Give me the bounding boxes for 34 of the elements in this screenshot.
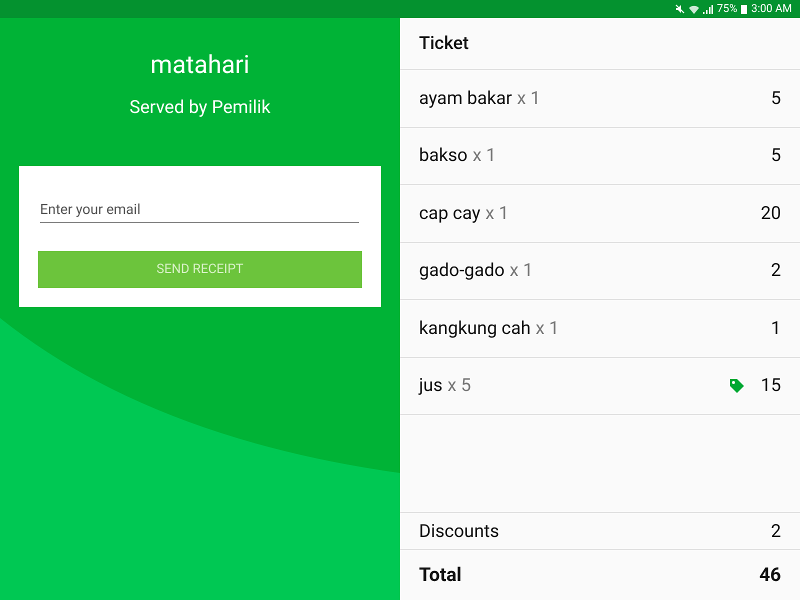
- discounts-value: 2: [770, 520, 781, 544]
- item-name: kangkung cah: [419, 316, 531, 341]
- item-quantity: x 1: [536, 316, 560, 341]
- clock: 3:00 AM: [751, 0, 792, 17]
- signal-icon: [702, 4, 713, 14]
- item-price: 5: [770, 86, 781, 111]
- send-receipt-button[interactable]: SEND RECEIPT: [38, 251, 362, 288]
- item-name: jus: [419, 374, 443, 398]
- item-name: cap cay: [419, 202, 480, 226]
- item-name: gado-gado: [419, 259, 505, 284]
- item-price: 1: [770, 316, 781, 341]
- battery-icon: [741, 4, 748, 14]
- mute-icon: [674, 4, 685, 14]
- item-quantity: x 1: [472, 144, 496, 168]
- item-price: 15: [760, 374, 781, 398]
- total-label: Total: [419, 562, 462, 588]
- item-name: bakso: [419, 144, 468, 168]
- battery-percent: 75%: [716, 0, 738, 17]
- discounts-label: Discounts: [419, 520, 500, 544]
- item-quantity: x 1: [485, 202, 509, 226]
- wifi-icon: [688, 4, 699, 14]
- item-name: ayam bakar: [419, 86, 512, 111]
- item-quantity: x 1: [517, 86, 541, 111]
- email-field[interactable]: Enter your email: [40, 200, 359, 223]
- item-price: 20: [760, 202, 781, 226]
- store-name: matahari: [150, 50, 250, 82]
- ticket-title: Ticket: [400, 18, 800, 70]
- item-price: 2: [770, 259, 781, 284]
- item-price: 5: [770, 144, 781, 168]
- item-quantity: x 5: [448, 374, 472, 398]
- tag-icon: [728, 378, 745, 394]
- item-quantity: x 1: [510, 259, 534, 284]
- total-value: 46: [759, 562, 781, 588]
- served-by: Served by Pemilik: [129, 96, 271, 120]
